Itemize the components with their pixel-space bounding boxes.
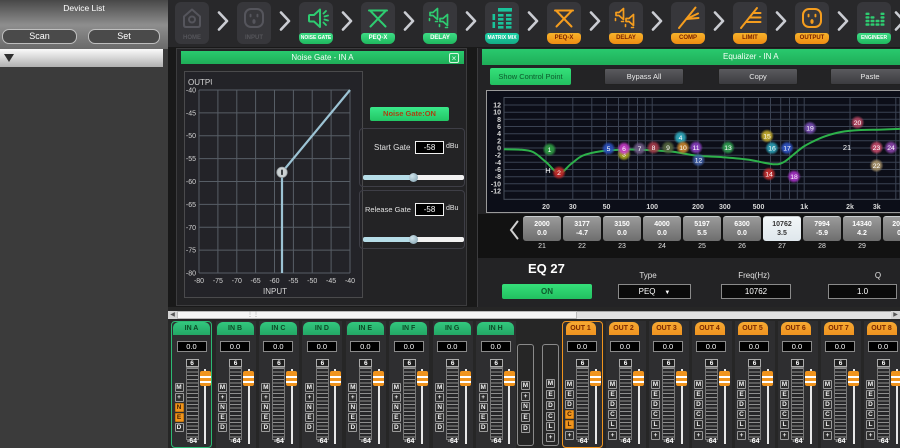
svg-text:8: 8 (652, 145, 656, 152)
svg-text:20: 20 (854, 120, 862, 127)
svg-text:1k: 1k (800, 204, 808, 211)
svg-text:30: 30 (569, 204, 577, 211)
svg-text:22: 22 (873, 163, 881, 170)
svg-text:500: 500 (753, 204, 765, 211)
svg-text:-75: -75 (186, 248, 196, 255)
svg-text:12: 12 (695, 158, 703, 165)
svg-text:23: 23 (873, 145, 881, 152)
svg-text:19: 19 (806, 126, 814, 133)
svg-text:INPUT: INPUT (263, 287, 287, 296)
svg-text:1: 1 (548, 147, 552, 154)
svg-text:-40: -40 (186, 88, 196, 95)
svg-text:8: 8 (497, 117, 501, 124)
svg-text:-45: -45 (186, 110, 196, 117)
svg-text:200: 200 (692, 204, 704, 211)
svg-text:-45: -45 (326, 278, 336, 285)
svg-text:H: H (545, 166, 550, 175)
svg-text:50: 50 (603, 204, 611, 211)
svg-text:-55: -55 (288, 278, 298, 285)
svg-text:2: 2 (557, 170, 561, 177)
svg-text:-2: -2 (495, 153, 501, 160)
svg-text:-50: -50 (307, 278, 317, 285)
svg-text:11: 11 (692, 145, 699, 152)
svg-text:OUTPUT: OUTPUT (188, 78, 221, 87)
svg-text:9: 9 (666, 145, 670, 152)
svg-text:100: 100 (646, 204, 658, 211)
svg-text:5: 5 (607, 146, 611, 153)
svg-text:13: 13 (724, 145, 732, 152)
svg-text:-55: -55 (186, 156, 196, 163)
svg-text:24: 24 (887, 145, 895, 152)
svg-text:10: 10 (493, 110, 501, 117)
svg-text:2k: 2k (846, 204, 854, 211)
svg-text:7: 7 (638, 146, 642, 153)
svg-text:-80: -80 (186, 271, 196, 278)
svg-text:12: 12 (493, 103, 501, 110)
svg-text:-70: -70 (232, 278, 242, 285)
svg-text:-4: -4 (495, 160, 501, 167)
svg-text:15: 15 (763, 134, 771, 141)
svg-text:-10: -10 (491, 181, 501, 188)
svg-text:3k: 3k (873, 204, 881, 211)
svg-text:-60: -60 (186, 179, 196, 186)
svg-text:-50: -50 (186, 133, 196, 140)
svg-text:18: 18 (790, 174, 798, 181)
svg-text:0: 0 (497, 146, 501, 153)
svg-text:20: 20 (542, 204, 550, 211)
svg-text:-12: -12 (491, 189, 501, 196)
svg-text:4: 4 (497, 131, 501, 138)
svg-text:-65: -65 (251, 278, 261, 285)
svg-text:-8: -8 (495, 174, 501, 181)
svg-text:17: 17 (783, 146, 791, 153)
svg-text:6: 6 (497, 124, 501, 131)
svg-text:10: 10 (679, 145, 687, 152)
svg-text:-65: -65 (186, 202, 196, 209)
svg-text:2: 2 (497, 138, 501, 145)
svg-text:300: 300 (719, 204, 731, 211)
svg-text:-75: -75 (213, 278, 223, 285)
svg-text:-70: -70 (186, 225, 196, 232)
svg-text:6: 6 (622, 146, 626, 153)
svg-text:21: 21 (843, 143, 851, 152)
svg-text:14: 14 (765, 172, 773, 179)
svg-text:-40: -40 (345, 278, 355, 285)
svg-text:16: 16 (768, 146, 776, 153)
svg-text:-80: -80 (194, 278, 204, 285)
svg-text:-6: -6 (495, 167, 501, 174)
svg-text:-60: -60 (269, 278, 279, 285)
